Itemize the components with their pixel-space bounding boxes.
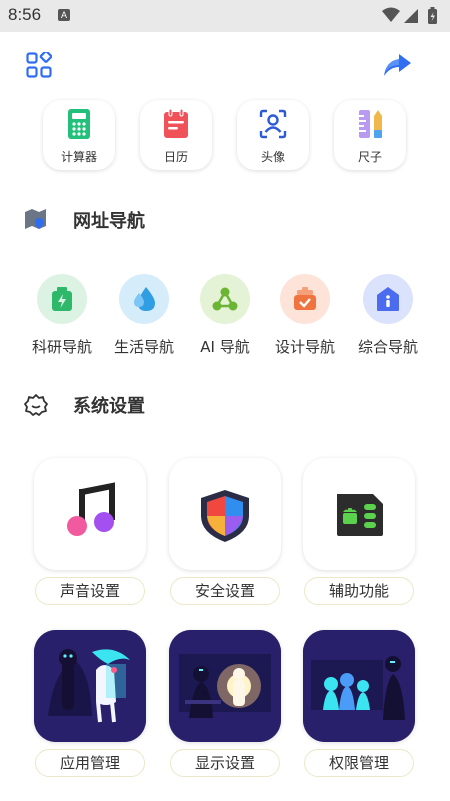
illustration-app-icon [34,630,146,742]
share-nodes-icon [212,287,238,311]
nav-label: 科研导航 [31,338,92,356]
nav-item-ai[interactable]: AI 导航 [182,272,268,360]
music-note-icon [67,482,115,536]
permission-management-label: 权限管理 [304,749,414,777]
nav-label: 生活导航 [113,338,174,356]
tool-calendar[interactable]: 日历 [140,100,212,170]
tool-label: 日历 [163,150,188,164]
tool-label: 计算器 [60,150,97,164]
nav-icon-circle [363,274,413,324]
share-icon[interactable] [382,52,412,78]
box-check-icon [294,287,316,310]
nav-icon-circle [200,274,250,324]
settings-section-header: 系统设置 [0,390,450,420]
wifi-icon [382,7,400,22]
nav-icon-circle [37,274,87,324]
permission-management-card[interactable] [303,630,415,742]
nav-item-research[interactable]: 科研导航 [19,272,105,360]
notification-a-icon: A [58,9,70,21]
calculator-icon [68,109,90,139]
water-drop-icon [134,287,155,311]
tool-avatar[interactable]: 头像 [237,100,309,170]
signal-icon [404,9,418,23]
calendar-icon [164,108,188,138]
display-settings-label: 显示设置 [170,749,280,777]
accessibility-card[interactable] [303,458,415,570]
tool-calculator[interactable]: 计算器 [43,100,115,170]
sound-settings-label: 声音设置 [35,577,145,605]
grid-icon[interactable] [26,52,52,78]
nav-icon-circle [119,274,169,324]
nav-item-life[interactable]: 生活导航 [101,272,187,360]
nav-item-design[interactable]: 设计导航 [262,272,348,360]
status-bar: 8:56 A [0,0,450,32]
shield-icon [201,490,249,542]
tool-ruler[interactable]: 尺子 [334,100,406,170]
section-title: 网址导航 [73,211,145,232]
nav-icon-circle [280,274,330,324]
settings-cloud-icon [24,394,48,416]
map-icon [25,209,46,229]
nav-item-general[interactable]: 综合导航 [345,272,431,360]
app-management-label: 应用管理 [35,749,145,777]
battery-status-icon [428,7,437,24]
nav-section-header: 网址导航 [0,205,450,235]
security-settings-label: 安全设置 [170,577,280,605]
section-title: 系统设置 [73,396,145,417]
status-time: 8:56 [8,5,42,24]
ruler-icon [359,110,382,138]
app-management-card[interactable] [34,630,146,742]
android-sim-icon [337,494,383,536]
sound-settings-card[interactable] [34,458,146,570]
nav-label: AI 导航 [200,338,250,356]
illustration-display-icon [169,630,281,742]
status-icons [382,7,437,24]
avatar-scan-icon [259,109,287,139]
battery-icon [52,287,72,311]
nav-label: 综合导航 [357,338,418,356]
security-settings-card[interactable] [169,458,281,570]
nav-label: 设计导航 [274,338,335,356]
display-settings-card[interactable] [169,630,281,742]
tool-label: 头像 [260,150,285,164]
illustration-permission-icon [303,630,415,742]
home-info-icon [377,287,399,311]
tool-label: 尺子 [357,150,382,164]
accessibility-label: 辅助功能 [304,577,414,605]
